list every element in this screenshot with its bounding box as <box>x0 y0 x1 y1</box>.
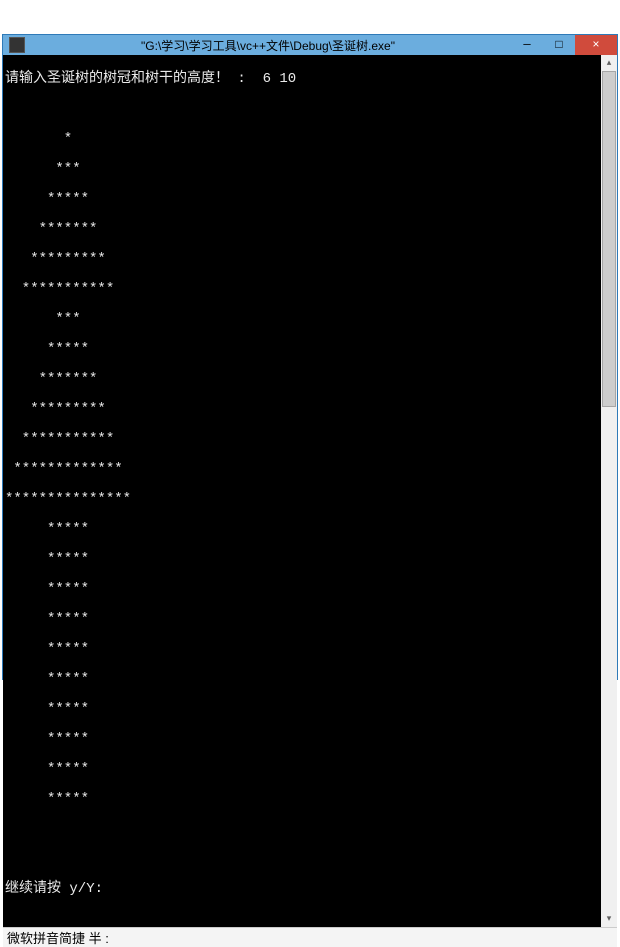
console-line: *** <box>5 162 601 177</box>
minimize-button[interactable]: ─ <box>511 35 543 55</box>
close-button[interactable]: × <box>575 35 617 55</box>
window-controls: ─ □ × <box>511 35 617 55</box>
console-line: ***** <box>5 552 601 567</box>
console-line: 请输入圣诞树的树冠和树干的高度！ : 6 10 <box>5 72 601 87</box>
console-line: *************** <box>5 492 601 507</box>
console-line: ***** <box>5 642 601 657</box>
console-line: ***** <box>5 762 601 777</box>
console-line: ******* <box>5 372 601 387</box>
titlebar[interactable]: "G:\学习\学习工具\vc++文件\Debug\圣诞树.exe" ─ □ × <box>3 35 617 55</box>
scroll-up-button[interactable]: ▴ <box>601 55 617 71</box>
console-line: ***** <box>5 672 601 687</box>
console-line: ***** <box>5 582 601 597</box>
console-line: ******* <box>5 222 601 237</box>
console-line: ********* <box>5 252 601 267</box>
console-line: *********** <box>5 432 601 447</box>
console-line: ***** <box>5 612 601 627</box>
console-line: ***** <box>5 522 601 537</box>
maximize-button[interactable]: □ <box>543 35 575 55</box>
console-line <box>5 852 601 867</box>
console-line: 继续请按 y/Y: <box>5 882 601 897</box>
console-line: ***** <box>5 732 601 747</box>
app-icon <box>9 37 25 53</box>
app-window: "G:\学习\学习工具\vc++文件\Debug\圣诞树.exe" ─ □ × … <box>2 34 618 680</box>
console-line <box>5 822 601 837</box>
console-line: ***** <box>5 792 601 807</box>
scroll-down-button[interactable]: ▾ <box>601 911 617 927</box>
console-line: ***** <box>5 702 601 717</box>
console-line: ********* <box>5 402 601 417</box>
window-title: "G:\学习\学习工具\vc++文件\Debug\圣诞树.exe" <box>25 37 511 54</box>
console-body: 请输入圣诞树的树冠和树干的高度！ : 6 10 * *** ***** ****… <box>3 55 617 927</box>
top-spacer <box>0 0 620 34</box>
console-line <box>5 102 601 117</box>
ime-text: 微软拼音简捷 半 : <box>7 928 109 947</box>
scroll-track[interactable] <box>601 71 617 911</box>
vertical-scrollbar[interactable]: ▴ ▾ <box>601 55 617 927</box>
console-line: *** <box>5 312 601 327</box>
scroll-thumb[interactable] <box>602 71 616 407</box>
console-output[interactable]: 请输入圣诞树的树冠和树干的高度！ : 6 10 * *** ***** ****… <box>3 55 601 927</box>
console-line: ***** <box>5 342 601 357</box>
ime-status-bar: 微软拼音简捷 半 : <box>3 927 617 947</box>
console-line: * <box>5 132 601 147</box>
console-line: ***** <box>5 192 601 207</box>
console-line: ************* <box>5 462 601 477</box>
console-line: *********** <box>5 282 601 297</box>
